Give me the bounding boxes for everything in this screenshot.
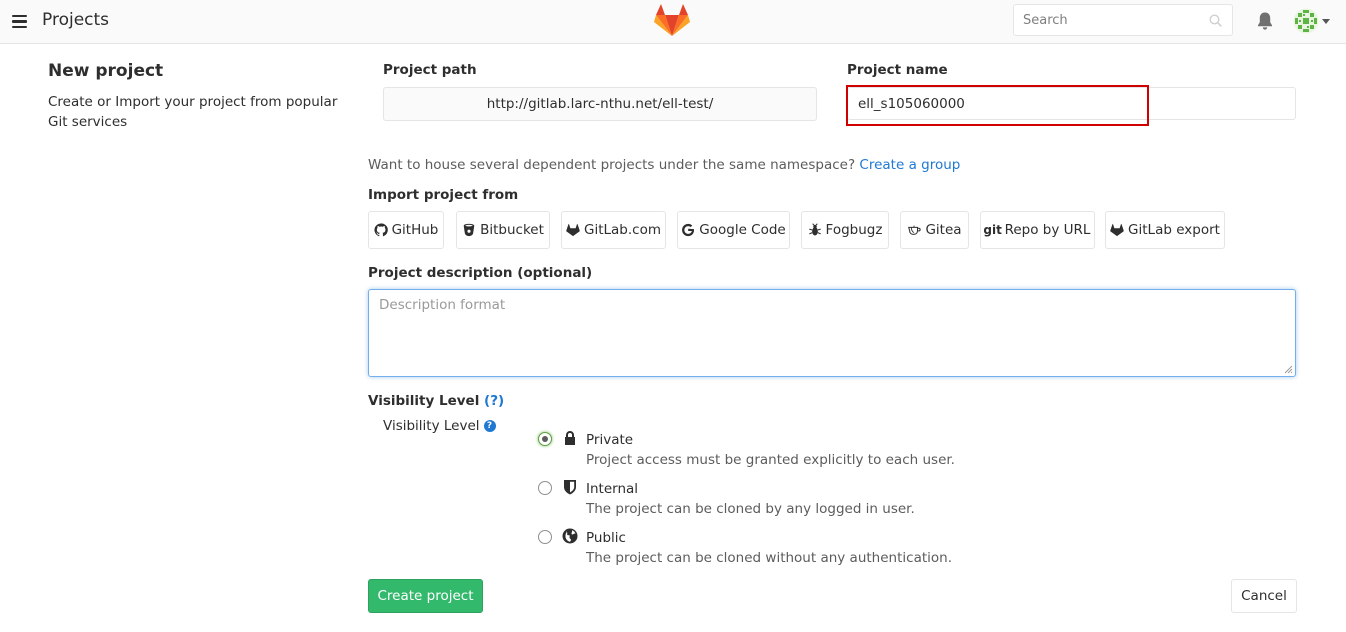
gitlab-icon bbox=[566, 223, 580, 237]
visibility-internal-title: Internal bbox=[586, 481, 639, 497]
visibility-internal-radio[interactable] bbox=[538, 481, 552, 495]
gitlab-icon bbox=[1110, 223, 1124, 237]
namespace-hint-text: Want to house several dependent projects… bbox=[368, 157, 860, 173]
visibility-public-radio[interactable] bbox=[538, 530, 552, 544]
visibility-public-description: The project can be cloned without any au… bbox=[586, 550, 952, 566]
bug-icon bbox=[808, 223, 821, 236]
visibility-heading-text: Visibility Level bbox=[368, 393, 480, 409]
import-bitbucket-button[interactable]: Bitbucket bbox=[456, 211, 550, 249]
cancel-button[interactable]: Cancel bbox=[1231, 579, 1297, 613]
project-name-field[interactable] bbox=[847, 87, 1296, 120]
import-fogbugz-button[interactable]: Fogbugz bbox=[801, 211, 889, 249]
description-textarea[interactable] bbox=[369, 290, 1295, 376]
github-icon bbox=[374, 223, 388, 237]
visibility-help-link[interactable]: (?) bbox=[484, 393, 504, 409]
page-title: Projects bbox=[42, 10, 110, 30]
project-path-field: http://gitlab.larc-nthu.net/ell-test/ bbox=[383, 87, 817, 121]
gitea-icon bbox=[908, 225, 922, 235]
import-github-label: GitHub bbox=[391, 222, 439, 238]
lock-icon bbox=[565, 431, 575, 445]
top-navbar: Projects bbox=[0, 0, 1346, 44]
gitlab-logo-icon[interactable] bbox=[654, 3, 690, 37]
import-gitlab-com-label: GitLab.com bbox=[584, 222, 661, 238]
section-title: New project bbox=[48, 61, 164, 81]
import-label: Import project from bbox=[368, 187, 519, 203]
visibility-private-radio[interactable] bbox=[538, 432, 552, 446]
project-name-input[interactable] bbox=[848, 88, 1295, 119]
create-group-link[interactable]: Create a group bbox=[859, 157, 960, 173]
import-repo-by-url-label: Repo by URL bbox=[1004, 222, 1091, 238]
import-gitlab-com-button[interactable]: GitLab.com bbox=[561, 211, 666, 249]
import-gitlab-export-label: GitLab export bbox=[1128, 222, 1220, 238]
import-gitea-button[interactable]: Gitea bbox=[900, 211, 969, 249]
import-fogbugz-label: Fogbugz bbox=[825, 222, 883, 238]
project-name-label: Project name bbox=[847, 62, 948, 78]
import-github-button[interactable]: GitHub bbox=[368, 211, 444, 249]
import-gitea-label: Gitea bbox=[925, 222, 962, 238]
chevron-down-icon[interactable] bbox=[1322, 19, 1330, 24]
search-field[interactable] bbox=[1013, 4, 1233, 36]
question-circle-icon[interactable]: ? bbox=[483, 420, 496, 432]
visibility-private-description: Project access must be granted explicitl… bbox=[586, 452, 955, 468]
globe-icon bbox=[562, 528, 578, 544]
avatar[interactable] bbox=[1293, 8, 1319, 34]
visibility-heading: Visibility Level (?) bbox=[368, 393, 504, 409]
import-gitlab-export-button[interactable]: GitLab export bbox=[1105, 211, 1225, 249]
shield-icon bbox=[564, 480, 576, 495]
resize-handle-icon[interactable] bbox=[1284, 365, 1293, 374]
search-icon bbox=[1209, 14, 1222, 27]
visibility-sub-label-text: Visibility Level bbox=[383, 418, 480, 434]
bell-icon[interactable] bbox=[1256, 11, 1274, 31]
visibility-sub-label: Visibility Level? bbox=[383, 418, 496, 434]
create-project-button[interactable]: Create project bbox=[368, 579, 483, 613]
import-bitbucket-label: Bitbucket bbox=[480, 222, 544, 238]
git-icon: git bbox=[983, 223, 1002, 237]
bitbucket-icon bbox=[463, 223, 475, 237]
menu-icon[interactable] bbox=[12, 15, 27, 29]
visibility-internal-description: The project can be cloned by any logged … bbox=[586, 501, 915, 517]
visibility-public-title: Public bbox=[586, 530, 626, 546]
search-input[interactable] bbox=[1014, 5, 1199, 35]
google-icon bbox=[682, 223, 695, 237]
description-label: Project description (optional) bbox=[368, 265, 593, 281]
import-google-code-label: Google Code bbox=[699, 222, 786, 238]
import-repo-by-url-button[interactable]: git Repo by URL bbox=[980, 211, 1095, 249]
visibility-private-title: Private bbox=[586, 432, 634, 448]
namespace-hint: Want to house several dependent projects… bbox=[368, 157, 960, 173]
description-field[interactable] bbox=[368, 289, 1296, 377]
import-google-code-button[interactable]: Google Code bbox=[677, 211, 790, 249]
section-description: Create or Import your project from popul… bbox=[48, 94, 338, 130]
project-path-label: Project path bbox=[383, 62, 477, 78]
